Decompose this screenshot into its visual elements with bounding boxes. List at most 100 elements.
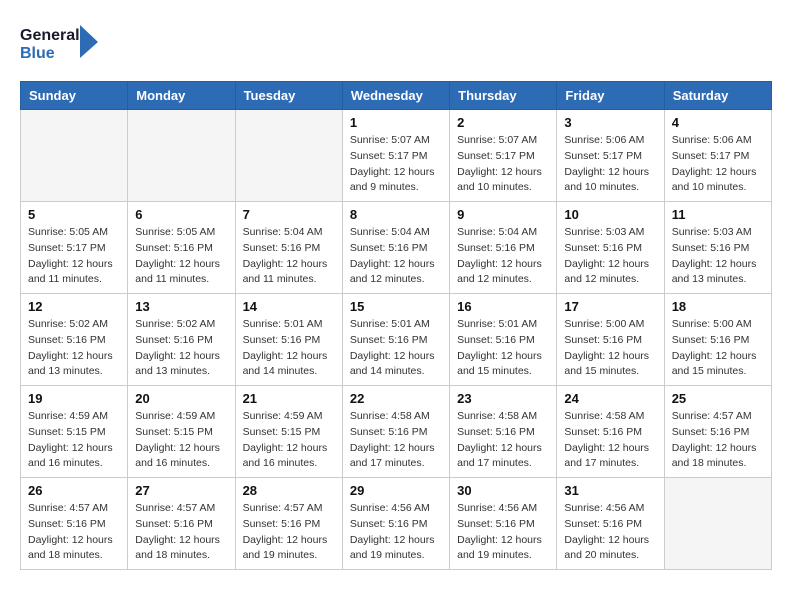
day-detail: Sunrise: 4:57 AM Sunset: 5:16 PM Dayligh… bbox=[135, 501, 227, 564]
day-detail: Sunrise: 4:57 AM Sunset: 5:16 PM Dayligh… bbox=[28, 501, 120, 564]
day-number: 10 bbox=[564, 207, 656, 222]
col-header-saturday: Saturday bbox=[664, 82, 771, 110]
day-detail: Sunrise: 5:05 AM Sunset: 5:16 PM Dayligh… bbox=[135, 225, 227, 288]
day-detail: Sunrise: 4:58 AM Sunset: 5:16 PM Dayligh… bbox=[457, 409, 549, 472]
day-detail: Sunrise: 5:00 AM Sunset: 5:16 PM Dayligh… bbox=[672, 317, 764, 380]
day-number: 17 bbox=[564, 299, 656, 314]
day-number: 4 bbox=[672, 115, 764, 130]
logo: GeneralBlue bbox=[20, 20, 100, 65]
day-number: 1 bbox=[350, 115, 442, 130]
day-detail: Sunrise: 4:56 AM Sunset: 5:16 PM Dayligh… bbox=[350, 501, 442, 564]
day-number: 25 bbox=[672, 391, 764, 406]
calendar-cell: 1 Sunrise: 5:07 AM Sunset: 5:17 PM Daylig… bbox=[342, 110, 449, 202]
day-number: 6 bbox=[135, 207, 227, 222]
day-number: 23 bbox=[457, 391, 549, 406]
calendar-cell: 3Sunrise: 5:06 AM Sunset: 5:17 PM Daylig… bbox=[557, 110, 664, 202]
day-number: 7 bbox=[243, 207, 335, 222]
calendar-cell: 23 Sunrise: 4:58 AM Sunset: 5:16 PM Dayli… bbox=[450, 386, 557, 478]
day-detail: Sunrise: 4:56 AM Sunset: 5:16 PM Dayligh… bbox=[457, 501, 549, 564]
day-number: 22 bbox=[350, 391, 442, 406]
day-number: 27 bbox=[135, 483, 227, 498]
calendar-week-1: 1 Sunrise: 5:07 AM Sunset: 5:17 PM Daylig… bbox=[21, 110, 772, 202]
day-detail: Sunrise: 5:03 AM Sunset: 5:16 PM Dayligh… bbox=[672, 225, 764, 288]
calendar-cell: 13 Sunrise: 5:02 AM Sunset: 5:16 PM Dayli… bbox=[128, 294, 235, 386]
calendar-cell: 9 Sunrise: 5:04 AM Sunset: 5:16 PM Daylig… bbox=[450, 202, 557, 294]
day-detail: Sunrise: 5:04 AM Sunset: 5:16 PM Dayligh… bbox=[457, 225, 549, 288]
calendar-cell bbox=[128, 110, 235, 202]
day-number: 15 bbox=[350, 299, 442, 314]
day-number: 5 bbox=[28, 207, 120, 222]
page-header: GeneralBlue bbox=[20, 20, 772, 65]
col-header-sunday: Sunday bbox=[21, 82, 128, 110]
col-header-tuesday: Tuesday bbox=[235, 82, 342, 110]
day-detail: Sunrise: 5:00 AM Sunset: 5:16 PM Dayligh… bbox=[564, 317, 656, 380]
calendar-cell: 7 Sunrise: 5:04 AM Sunset: 5:16 PM Daylig… bbox=[235, 202, 342, 294]
calendar-week-3: 12 Sunrise: 5:02 AM Sunset: 5:16 PM Dayli… bbox=[21, 294, 772, 386]
col-header-friday: Friday bbox=[557, 82, 664, 110]
day-number: 29 bbox=[350, 483, 442, 498]
calendar-cell: 20 Sunrise: 4:59 AM Sunset: 5:15 PM Dayli… bbox=[128, 386, 235, 478]
col-header-wednesday: Wednesday bbox=[342, 82, 449, 110]
day-number: 2 bbox=[457, 115, 549, 130]
day-detail: Sunrise: 5:07 AM Sunset: 5:17 PM Dayligh… bbox=[350, 133, 442, 196]
day-number: 13 bbox=[135, 299, 227, 314]
day-number: 12 bbox=[28, 299, 120, 314]
calendar-cell: 10 Sunrise: 5:03 AM Sunset: 5:16 PM Dayli… bbox=[557, 202, 664, 294]
calendar-cell: 11 Sunrise: 5:03 AM Sunset: 5:16 PM Dayli… bbox=[664, 202, 771, 294]
day-detail: Sunrise: 5:07 AM Sunset: 5:17 PM Dayligh… bbox=[457, 133, 549, 196]
day-number: 8 bbox=[350, 207, 442, 222]
day-detail: Sunrise: 5:01 AM Sunset: 5:16 PM Dayligh… bbox=[457, 317, 549, 380]
calendar-cell bbox=[664, 478, 771, 570]
logo-svg: GeneralBlue bbox=[20, 20, 100, 65]
calendar-cell: 2 Sunrise: 5:07 AM Sunset: 5:17 PM Daylig… bbox=[450, 110, 557, 202]
day-detail: Sunrise: 5:06 AM Sunset: 5:17 PM Dayligh… bbox=[672, 133, 764, 196]
day-detail: Sunrise: 4:58 AM Sunset: 5:16 PM Dayligh… bbox=[564, 409, 656, 472]
day-detail: Sunrise: 4:56 AM Sunset: 5:16 PM Dayligh… bbox=[564, 501, 656, 564]
calendar-cell: 6 Sunrise: 5:05 AM Sunset: 5:16 PM Daylig… bbox=[128, 202, 235, 294]
calendar-week-2: 5 Sunrise: 5:05 AM Sunset: 5:17 PM Daylig… bbox=[21, 202, 772, 294]
calendar-cell bbox=[235, 110, 342, 202]
calendar-cell: 16Sunrise: 5:01 AM Sunset: 5:16 PM Dayli… bbox=[450, 294, 557, 386]
calendar-cell: 24 Sunrise: 4:58 AM Sunset: 5:16 PM Dayli… bbox=[557, 386, 664, 478]
day-number: 20 bbox=[135, 391, 227, 406]
day-number: 9 bbox=[457, 207, 549, 222]
day-detail: Sunrise: 5:01 AM Sunset: 5:16 PM Dayligh… bbox=[243, 317, 335, 380]
day-number: 31 bbox=[564, 483, 656, 498]
calendar-cell: 28Sunrise: 4:57 AM Sunset: 5:16 PM Dayli… bbox=[235, 478, 342, 570]
calendar-cell bbox=[21, 110, 128, 202]
day-detail: Sunrise: 5:05 AM Sunset: 5:17 PM Dayligh… bbox=[28, 225, 120, 288]
calendar-cell: 5 Sunrise: 5:05 AM Sunset: 5:17 PM Daylig… bbox=[21, 202, 128, 294]
day-number: 28 bbox=[243, 483, 335, 498]
calendar-header-row: SundayMondayTuesdayWednesdayThursdayFrid… bbox=[21, 82, 772, 110]
day-detail: Sunrise: 5:03 AM Sunset: 5:16 PM Dayligh… bbox=[564, 225, 656, 288]
svg-text:General: General bbox=[20, 27, 80, 44]
calendar-cell: 29 Sunrise: 4:56 AM Sunset: 5:16 PM Dayli… bbox=[342, 478, 449, 570]
calendar-cell: 26 Sunrise: 4:57 AM Sunset: 5:16 PM Dayli… bbox=[21, 478, 128, 570]
day-detail: Sunrise: 4:59 AM Sunset: 5:15 PM Dayligh… bbox=[135, 409, 227, 472]
day-detail: Sunrise: 5:04 AM Sunset: 5:16 PM Dayligh… bbox=[350, 225, 442, 288]
calendar-cell: 8 Sunrise: 5:04 AM Sunset: 5:16 PM Daylig… bbox=[342, 202, 449, 294]
calendar-cell: 21Sunrise: 4:59 AM Sunset: 5:15 PM Dayli… bbox=[235, 386, 342, 478]
calendar-cell: 12 Sunrise: 5:02 AM Sunset: 5:16 PM Dayli… bbox=[21, 294, 128, 386]
calendar-cell: 17 Sunrise: 5:00 AM Sunset: 5:16 PM Dayli… bbox=[557, 294, 664, 386]
day-detail: Sunrise: 4:58 AM Sunset: 5:16 PM Dayligh… bbox=[350, 409, 442, 472]
calendar-cell: 18 Sunrise: 5:00 AM Sunset: 5:16 PM Dayli… bbox=[664, 294, 771, 386]
day-number: 26 bbox=[28, 483, 120, 498]
calendar-cell: 22 Sunrise: 4:58 AM Sunset: 5:16 PM Dayli… bbox=[342, 386, 449, 478]
day-number: 24 bbox=[564, 391, 656, 406]
day-number: 18 bbox=[672, 299, 764, 314]
day-detail: Sunrise: 5:04 AM Sunset: 5:16 PM Dayligh… bbox=[243, 225, 335, 288]
day-number: 21 bbox=[243, 391, 335, 406]
day-detail: Sunrise: 5:02 AM Sunset: 5:16 PM Dayligh… bbox=[135, 317, 227, 380]
calendar-week-4: 19Sunrise: 4:59 AM Sunset: 5:15 PM Dayli… bbox=[21, 386, 772, 478]
calendar-cell: 30Sunrise: 4:56 AM Sunset: 5:16 PM Dayli… bbox=[450, 478, 557, 570]
day-number: 14 bbox=[243, 299, 335, 314]
svg-text:Blue: Blue bbox=[20, 45, 55, 62]
calendar-week-5: 26 Sunrise: 4:57 AM Sunset: 5:16 PM Dayli… bbox=[21, 478, 772, 570]
calendar-cell: 27 Sunrise: 4:57 AM Sunset: 5:16 PM Dayli… bbox=[128, 478, 235, 570]
day-number: 11 bbox=[672, 207, 764, 222]
day-detail: Sunrise: 5:02 AM Sunset: 5:16 PM Dayligh… bbox=[28, 317, 120, 380]
calendar-cell: 15 Sunrise: 5:01 AM Sunset: 5:16 PM Dayli… bbox=[342, 294, 449, 386]
calendar-table: SundayMondayTuesdayWednesdayThursdayFrid… bbox=[20, 81, 772, 570]
day-detail: Sunrise: 5:01 AM Sunset: 5:16 PM Dayligh… bbox=[350, 317, 442, 380]
